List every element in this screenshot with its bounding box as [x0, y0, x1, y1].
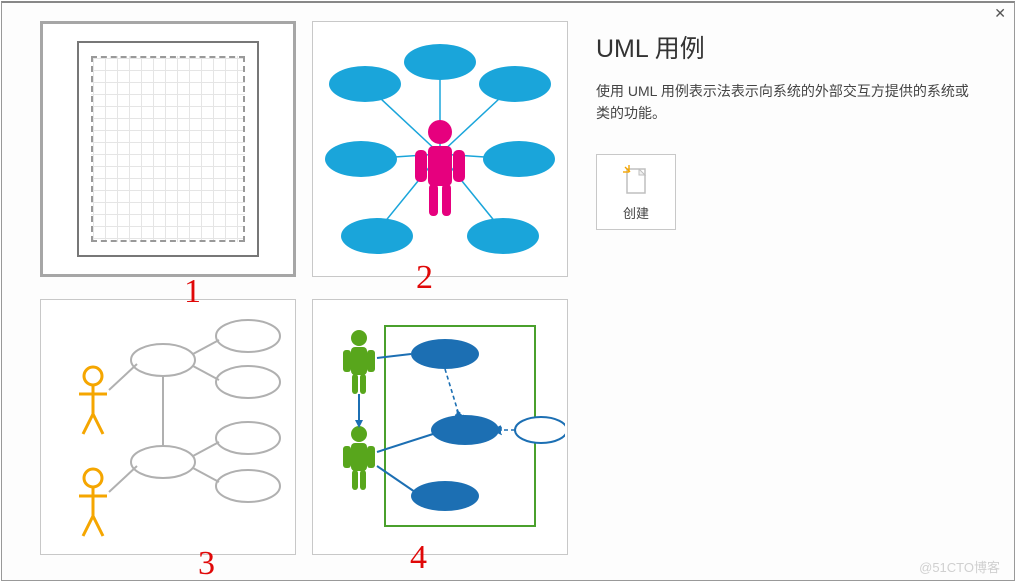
- details-panel: UML 用例 使用 UML 用例表示法表示向系统的外部交互方提供的系统或类的功能…: [588, 21, 1002, 557]
- template-dialog: ✕: [1, 1, 1015, 581]
- template-usecase-system[interactable]: [312, 299, 568, 555]
- dialog-content: UML 用例 使用 UML 用例表示法表示向系统的外部交互方提供的系统或类的功能…: [2, 3, 1014, 557]
- create-button[interactable]: 创建: [596, 154, 676, 230]
- grid-icon: [91, 56, 245, 242]
- page-frame: [77, 41, 259, 257]
- template-title: UML 用例: [596, 29, 982, 65]
- usecase-actors-icon: [43, 302, 293, 552]
- template-blank[interactable]: [40, 21, 296, 277]
- close-icon[interactable]: ✕: [988, 3, 1012, 24]
- new-document-icon: [621, 163, 651, 197]
- watermark: @51CTO博客: [919, 557, 1000, 576]
- actor-icon: [79, 367, 107, 434]
- template-description: 使用 UML 用例表示法表示向系统的外部交互方提供的系统或类的功能。: [596, 81, 982, 124]
- template-usecase-hub[interactable]: [312, 21, 568, 277]
- usecase-system-icon: [315, 302, 565, 552]
- actor-icon: [343, 330, 375, 394]
- create-label: 创建: [623, 203, 649, 222]
- actor-icon: [415, 120, 465, 216]
- usecase-hub-icon: [315, 24, 565, 274]
- template-usecase-actors[interactable]: [40, 299, 296, 555]
- actor-icon: [343, 426, 375, 490]
- actor-icon: [79, 469, 107, 536]
- template-grid: [40, 21, 570, 557]
